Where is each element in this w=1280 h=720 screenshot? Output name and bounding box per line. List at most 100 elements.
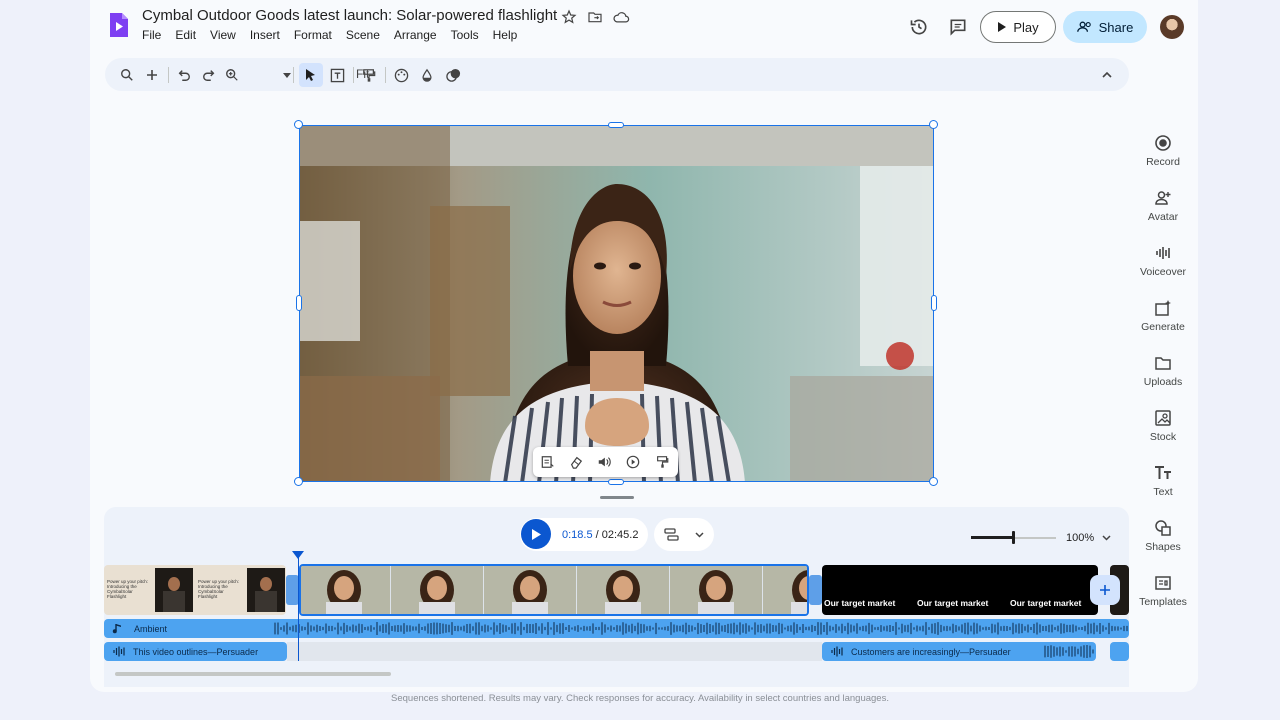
timeline-clip-intro[interactable]: Power up your pitch: Introducing the Cym… [104,565,286,615]
audio-track-voiceover-2[interactable]: Customers are increasingly—Persuader [822,642,1096,661]
resize-handle-right[interactable] [931,295,937,311]
clip-title: Our target market [824,598,896,608]
clip-caption: Power up your pitch: Introducing the Cym… [107,579,149,599]
resize-handle-top-right[interactable] [929,120,938,129]
record-icon [1155,135,1171,151]
panel-item-label: Stock [1149,431,1177,443]
resize-handle-left[interactable] [296,295,302,311]
templates-icon [1155,576,1171,590]
redo-icon[interactable] [199,65,219,85]
panel-item-label: Record [1146,156,1180,168]
panel-item-generate[interactable]: Generate [1133,299,1193,333]
text-icon [1155,466,1171,479]
audio-track-ambient[interactable]: Ambient [104,619,1129,638]
move-folder-icon[interactable] [586,8,604,26]
menu-view[interactable]: View [210,28,236,42]
panel-item-templates[interactable]: Templates [1133,574,1193,608]
star-icon[interactable] [560,8,578,26]
panel-item-record[interactable]: Record [1133,134,1193,168]
document-title[interactable]: Cymbal Outdoor Goods latest launch: Sola… [142,7,557,24]
timeline-layout-menu[interactable] [654,518,714,551]
menu-scene[interactable]: Scene [346,28,380,42]
resize-handle-top[interactable] [608,122,624,128]
fill-color-icon[interactable] [417,65,437,85]
menu-edit[interactable]: Edit [175,28,196,42]
add-icon [1100,585,1110,595]
zoom-select-value[interactable]: 100% [1066,532,1111,544]
panel-item-voiceover[interactable]: Voiceover [1133,244,1193,278]
timeline-resize-grip[interactable] [600,496,634,499]
panel-item-label: Shapes [1145,541,1181,553]
share-button[interactable]: Share [1063,11,1147,43]
clip-title: Our target market [917,598,989,608]
text-box-icon[interactable] [327,65,347,85]
floating-object-toolbar [533,447,678,477]
clip-thumbnail [155,568,193,612]
play-icon [998,22,1007,32]
script-edit-icon[interactable] [539,453,557,471]
menu-insert[interactable]: Insert [250,28,280,42]
format-paint-icon[interactable] [653,453,671,471]
timeline-play-button[interactable] [521,519,551,549]
panel-item-avatar[interactable]: Avatar [1133,189,1193,223]
chevron-down-icon [1102,535,1111,541]
filmstrip-frame [670,566,762,614]
scene-canvas[interactable] [299,125,934,482]
voiceover-icon [1156,247,1170,259]
menu-arrange[interactable]: Arrange [394,28,437,42]
version-history-icon[interactable] [908,16,930,38]
menu-help[interactable]: Help [493,28,518,42]
zoom-slider-thumb[interactable] [1012,531,1015,544]
panel-item-uploads[interactable]: Uploads [1133,354,1193,388]
search-icon[interactable] [117,65,137,85]
timeline-clip-target-market[interactable]: Our target market Our target market Our … [822,565,1098,615]
resize-handle-bottom-right[interactable] [929,477,938,486]
panel-item-shapes[interactable]: Shapes [1133,519,1193,553]
add-icon[interactable] [142,65,162,85]
panel-item-label: Avatar [1147,211,1179,223]
timeline-horizontal-scrollbar[interactable] [115,672,391,676]
zoom-slider-fill [971,536,1013,539]
collapse-toolbar-icon[interactable] [1097,65,1117,85]
magic-eraser-icon[interactable] [567,453,585,471]
clip-caption: Power up your pitch: Introducing the Cym… [198,579,240,599]
zoom-in-icon[interactable] [222,65,242,85]
current-time: 0:18.5 [562,529,593,541]
play-circle-icon[interactable] [624,453,642,471]
panel-item-stock[interactable]: Stock [1133,409,1193,443]
resize-handle-top-left[interactable] [294,120,303,129]
time-readout: 0:18.5 / 02:45.2 [562,529,638,541]
menu-tools[interactable]: Tools [451,28,479,42]
avatar-add-icon [1155,191,1171,205]
voiceover-icon [113,646,125,657]
menu-file[interactable]: File [142,28,161,42]
add-scene-button[interactable] [1090,575,1120,605]
voiceover-icon [831,646,843,657]
audio-track-voiceover-3[interactable] [1110,642,1129,661]
select-cursor-icon[interactable] [299,63,323,87]
panel-item-label: Generate [1141,321,1185,333]
cloud-saved-icon[interactable] [612,8,630,26]
total-time: 02:45.2 [601,529,639,541]
resize-handle-bottom-left[interactable] [294,477,303,486]
paint-format-icon[interactable] [359,65,379,85]
menu-format[interactable]: Format [294,28,332,42]
account-avatar[interactable] [1160,15,1184,39]
clip-trim-handle[interactable] [809,575,822,605]
arrange-shapes-icon[interactable] [443,65,463,85]
panel-item-text[interactable]: Text [1133,464,1193,498]
theme-palette-icon[interactable] [391,65,411,85]
play-button[interactable]: Play [980,11,1056,43]
audio-track-label: Customers are increasingly—Persuader [851,646,1011,657]
dropdown-arrow-icon[interactable] [277,65,297,85]
audio-track-voiceover-1[interactable]: This video outlines—Persuader [104,642,287,661]
people-icon [1076,21,1091,32]
audio-waveform [1044,645,1094,658]
undo-icon[interactable] [174,65,194,85]
playhead-line[interactable] [298,555,299,661]
resize-handle-bottom[interactable] [608,479,624,485]
timeline-clip-selected[interactable] [299,564,809,616]
volume-icon[interactable] [595,453,613,471]
comments-icon[interactable] [947,16,969,38]
panel-item-label: Templates [1139,596,1187,608]
